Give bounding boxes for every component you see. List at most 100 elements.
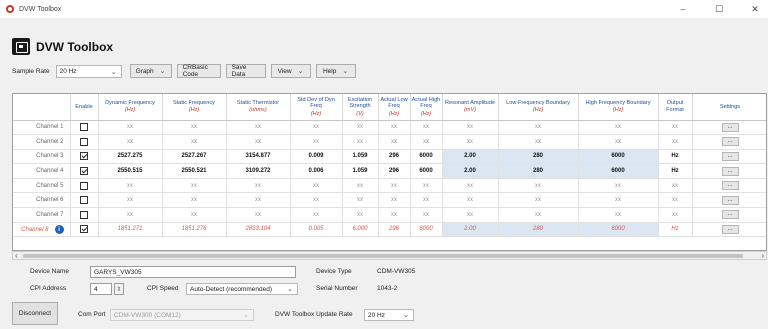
enable-checkbox[interactable] [80, 152, 88, 161]
channel-settings-button[interactable]: ... [721, 122, 739, 132]
data-cell: xx [498, 192, 579, 209]
data-cell: 6000 [410, 149, 443, 165]
settings-cell: ... [692, 120, 766, 136]
data-cell: 6000 [578, 222, 659, 238]
data-cell: xx [162, 120, 227, 136]
data-cell: xx [98, 178, 163, 194]
data-cell: 296 [378, 163, 411, 179]
device-name-label: Device Name [30, 268, 70, 275]
cpi-speed-select[interactable]: Auto-Detect (recommended) ⌄ [186, 283, 298, 295]
channel-settings-button[interactable]: ... [721, 224, 739, 234]
column-unit: (Hz) [532, 107, 544, 114]
data-cell: 1851.276 [162, 222, 227, 238]
data-cell: xx [410, 120, 443, 136]
column-unit: (ohms) [249, 107, 267, 114]
data-cell: xx [578, 192, 659, 209]
channel-settings-button[interactable]: ... [721, 210, 739, 220]
data-cell: xx [410, 134, 443, 150]
data-cell: xx [290, 192, 343, 209]
column-header: Static Thermistor (ohms) [226, 94, 291, 121]
view-button[interactable]: View ⌄ [270, 64, 311, 78]
disconnect-button[interactable]: Disconnect [12, 302, 58, 325]
table-row: Channel 5 xx xx xx xx xx xx xx xx xx xx xx... [13, 178, 766, 194]
com-port-select[interactable]: CDM-VW300 (COM12) ⌄ [110, 309, 254, 321]
window-controls: – ☐ ✕ [676, 0, 762, 18]
enable-cell [70, 222, 99, 238]
horizontal-scrollbar[interactable]: ‹ › [12, 251, 767, 260]
data-cell: 2.00 [442, 222, 499, 238]
data-cell: xx [98, 192, 163, 209]
settings-cell: ... [692, 192, 766, 209]
minimize-icon[interactable]: – [676, 4, 690, 14]
channel-name-cell: Channel 7 [13, 207, 71, 223]
settings-cell: ... [692, 163, 766, 179]
column-unit: (Hz) [420, 110, 432, 117]
serial-number-label: Serial Number [316, 285, 358, 292]
close-icon[interactable]: ✕ [748, 4, 762, 15]
enable-cell [70, 163, 99, 179]
scroll-left-icon[interactable]: ‹ [15, 251, 18, 260]
chevron-down-icon: ⌄ [243, 312, 249, 319]
enable-checkbox[interactable] [80, 123, 88, 132]
data-cell: xx [378, 207, 411, 223]
column-header-label: Excitation Strength [347, 96, 373, 110]
column-header: Actual High Freq (Hz) [410, 94, 443, 121]
data-cell: 0.009 [290, 149, 343, 165]
data-cell: 2550.521 [162, 163, 227, 179]
column-header: Dynamic Frequency (Hz) [98, 94, 163, 121]
enable-checkbox[interactable] [80, 181, 88, 190]
info-icon[interactable]: i [54, 224, 64, 234]
crbasic-code-button[interactable]: CRBasic Code [176, 64, 221, 78]
data-cell: xx [442, 120, 499, 136]
stepper-arrows-icon: ⇳ [116, 286, 122, 293]
channel-settings-button[interactable]: ... [721, 195, 739, 205]
column-header-label: Settings [719, 103, 741, 110]
scrollbar-thumb[interactable] [23, 254, 743, 258]
update-rate-select[interactable]: 20 Hz ⌄ [364, 309, 414, 321]
channel-name: Channel 5 [36, 182, 64, 189]
column-header-label: Actual Low Freq [380, 96, 408, 110]
channel-settings-button[interactable]: ... [721, 166, 739, 176]
sample-rate-select[interactable]: 20 Hz ⌄ [55, 64, 122, 78]
data-cell: 2527.275 [98, 149, 163, 165]
settings-cell: ... [692, 222, 766, 238]
data-cell: xx [226, 120, 291, 136]
data-cell: xx [342, 134, 379, 150]
enable-checkbox[interactable] [80, 225, 88, 234]
scroll-right-icon[interactable]: › [761, 251, 764, 260]
data-cell: 280 [498, 222, 579, 238]
data-cell: xx [658, 120, 693, 136]
column-header-label: Dynamic Frequency [105, 99, 155, 106]
enable-checkbox[interactable] [80, 167, 88, 176]
data-cell: xx [442, 192, 499, 209]
enable-cell [70, 207, 99, 223]
help-button[interactable]: Help ⌄ [315, 64, 356, 78]
data-cell: 2.00 [442, 163, 499, 179]
data-cell: 2550.515 [98, 163, 163, 179]
maximize-icon[interactable]: ☐ [712, 4, 726, 15]
cpi-address-input[interactable]: 4 [90, 283, 112, 295]
graph-button[interactable]: Graph ⌄ [129, 64, 172, 78]
update-rate-value: 20 Hz [368, 311, 385, 319]
update-rate-label: DVW Toolbox Update Rate [275, 311, 353, 318]
enable-checkbox[interactable] [80, 137, 88, 146]
data-cell: 1.059 [342, 163, 379, 179]
data-cell: xx [658, 192, 693, 209]
data-cell: 1851.271 [98, 222, 163, 238]
enable-checkbox[interactable] [80, 210, 88, 219]
data-cell: xx [98, 134, 163, 150]
save-data-button[interactable]: Save Data [225, 64, 266, 78]
cpi-speed-value: Auto-Detect (recommended) [190, 285, 273, 293]
cpi-address-stepper[interactable]: ⇳ [114, 283, 124, 295]
enable-checkbox[interactable] [80, 196, 88, 205]
column-unit: (V) [356, 110, 364, 117]
data-cell: xx [410, 178, 443, 194]
device-name-input[interactable]: GARYS_VW305 [90, 266, 296, 278]
channel-settings-button[interactable]: ... [721, 181, 739, 191]
device-type-value: CDM-VW305 [377, 268, 416, 275]
column-unit: (Hz) [612, 107, 624, 114]
channel-settings-button[interactable]: ... [721, 151, 739, 161]
data-cell: 280 [498, 163, 579, 179]
channel-name-cell: Channel 5 [13, 178, 71, 194]
channel-settings-button[interactable]: ... [721, 137, 739, 147]
